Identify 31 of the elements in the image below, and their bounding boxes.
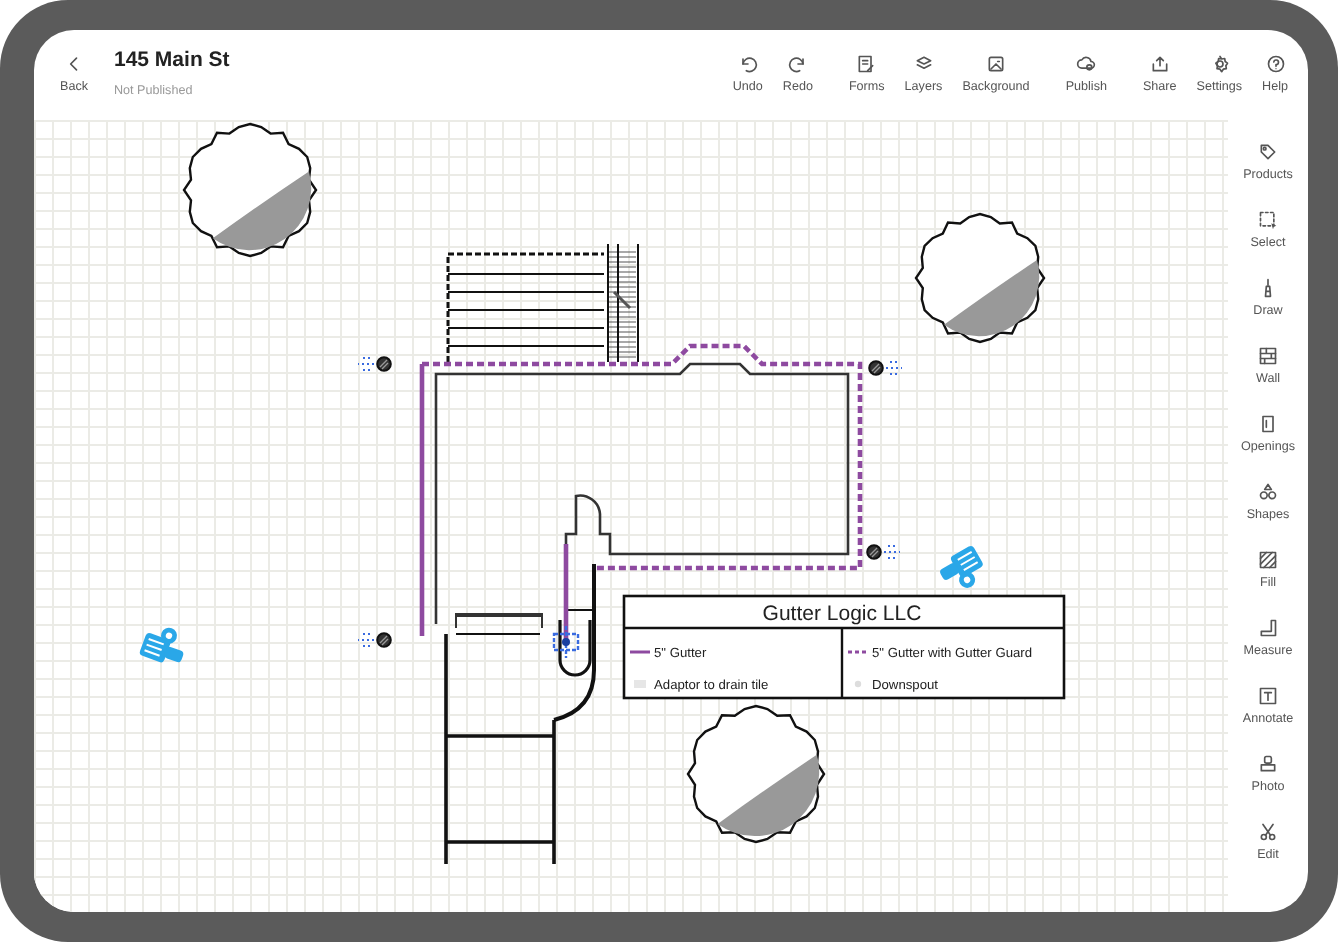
tree-drawing <box>914 212 1046 344</box>
tag-icon <box>1257 141 1278 162</box>
line-swatch-icon <box>630 650 650 654</box>
hatch-fill-icon <box>1258 549 1278 570</box>
layers-icon <box>913 54 934 75</box>
tree-drawing <box>686 704 826 844</box>
image-icon <box>986 54 1006 75</box>
door-icon <box>1258 413 1278 434</box>
downspout-icon <box>357 356 392 372</box>
redo-icon <box>787 54 808 75</box>
project-title: 145 Main St <box>114 50 230 74</box>
select-icon <box>1257 209 1278 230</box>
downspout-icon <box>866 544 901 560</box>
faint-dot-icon <box>854 680 862 688</box>
settings-icon <box>1209 54 1230 75</box>
form-icon <box>856 54 877 75</box>
cloud-gear-icon <box>1076 54 1097 75</box>
drain-adaptor-icon <box>138 627 185 664</box>
shapes-icon <box>1257 481 1278 502</box>
downspout-icon <box>868 360 903 376</box>
help-icon <box>1265 54 1286 75</box>
drain-adaptor-icon <box>938 544 985 588</box>
text-box-icon <box>1258 685 1278 706</box>
legend-title: Gutter Logic LLC <box>762 602 922 626</box>
ruler-icon <box>1258 617 1278 638</box>
downspout-icon <box>357 632 392 648</box>
share-icon <box>1149 54 1170 75</box>
undo-icon <box>737 54 758 75</box>
scissors-icon <box>1257 821 1278 842</box>
dashed-line-swatch-icon <box>848 650 868 654</box>
wall-icon <box>1257 345 1278 366</box>
